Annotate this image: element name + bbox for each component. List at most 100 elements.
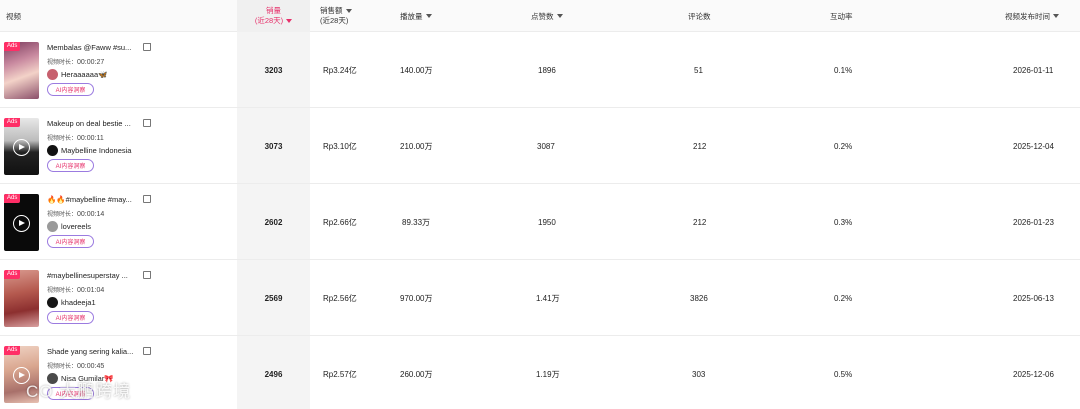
author-name: khadeeja1 bbox=[61, 298, 96, 307]
table-row[interactable]: Ads Shade yang sering kalia... 视频时长：00:0… bbox=[0, 336, 1080, 409]
author-name: Heraaaaaa🦋 bbox=[61, 70, 108, 79]
views-cell: 210.00万 bbox=[400, 141, 433, 151]
header-publish-time[interactable]: 视频发布时间 bbox=[1005, 0, 1059, 32]
ads-badge: Ads bbox=[4, 194, 21, 203]
publish-date-cell: 2025-12-04 bbox=[1013, 141, 1054, 151]
video-duration: 视频时长：00:00:11 bbox=[47, 135, 104, 142]
ads-badge: Ads bbox=[4, 270, 21, 279]
ads-badge: Ads bbox=[4, 346, 21, 355]
header-revenue-period: (近28天) bbox=[320, 16, 349, 25]
author[interactable]: lovereels bbox=[47, 221, 91, 232]
author[interactable]: Maybelline Indonesia bbox=[47, 145, 131, 156]
engagement-cell: 0.3% bbox=[834, 217, 853, 227]
sales-cell: 2496 bbox=[264, 369, 283, 379]
external-link-icon[interactable] bbox=[143, 43, 151, 51]
likes-cell: 1896 bbox=[538, 65, 556, 75]
external-link-icon[interactable] bbox=[143, 347, 151, 355]
likes-cell: 1.41万 bbox=[536, 293, 560, 303]
header-sales-label: 销量 bbox=[266, 6, 281, 15]
header-revenue-label: 销售额 bbox=[320, 6, 343, 15]
external-link-icon[interactable] bbox=[143, 195, 151, 203]
sales-cell: 3203 bbox=[264, 65, 283, 75]
author-name: Maybelline Indonesia bbox=[61, 146, 132, 155]
ads-badge: Ads bbox=[4, 118, 21, 127]
ai-insight-button[interactable]: AI内容洞察 bbox=[47, 235, 94, 248]
video-thumbnail[interactable]: Ads bbox=[4, 42, 39, 99]
external-link-icon[interactable] bbox=[143, 271, 151, 279]
video-duration: 视频时长：00:01:04 bbox=[47, 287, 105, 294]
likes-cell: 1950 bbox=[538, 217, 556, 227]
revenue-cell: Rp2.56亿 bbox=[323, 293, 357, 303]
author[interactable]: Heraaaaaa🦋 bbox=[47, 69, 107, 80]
header-comments[interactable]: 评论数 bbox=[688, 0, 711, 32]
avatar bbox=[47, 297, 58, 308]
sales-cell: 3073 bbox=[264, 141, 283, 151]
views-cell: 89.33万 bbox=[402, 217, 431, 227]
header-sales-period: (近28天) bbox=[254, 16, 284, 25]
engagement-cell: 0.1% bbox=[834, 65, 853, 75]
video-thumbnail[interactable]: Ads bbox=[4, 194, 39, 251]
header-engagement[interactable]: 互动率 bbox=[830, 0, 853, 32]
video-title[interactable]: Makeup on deal bestie ... bbox=[47, 119, 131, 128]
revenue-cell: Rp2.57亿 bbox=[323, 369, 357, 379]
video-duration: 视频时长：00:00:45 bbox=[47, 363, 105, 370]
publish-date-cell: 2025-06-13 bbox=[1013, 293, 1054, 303]
video-thumbnail[interactable]: Ads bbox=[4, 270, 39, 327]
header-sales[interactable]: 销量 (近28天) bbox=[237, 0, 310, 32]
watermark: CO 大鹏跨境 bbox=[26, 382, 132, 401]
comments-cell: 303 bbox=[692, 369, 706, 379]
table-header: 视频 销量 (近28天) 销售额 (近28天) 播放量 点赞数 评论数 互动率 … bbox=[0, 0, 1080, 32]
table-row[interactable]: Ads #maybellinesuperstay ... 视频时长：00:01:… bbox=[0, 260, 1080, 336]
video-duration: 视频时长：00:00:14 bbox=[47, 211, 105, 218]
video-duration: 视频时长：00:00:27 bbox=[47, 59, 105, 66]
engagement-cell: 0.2% bbox=[834, 141, 853, 151]
comments-cell: 212 bbox=[693, 217, 707, 227]
sort-desc-icon[interactable] bbox=[286, 19, 293, 23]
header-views[interactable]: 播放量 bbox=[400, 0, 432, 32]
ai-insight-button[interactable]: AI内容洞察 bbox=[47, 159, 94, 172]
ads-badge: Ads bbox=[4, 42, 21, 51]
likes-cell: 3087 bbox=[537, 141, 555, 151]
publish-date-cell: 2026-01-23 bbox=[1013, 217, 1054, 227]
engagement-cell: 0.5% bbox=[834, 369, 853, 379]
comments-cell: 51 bbox=[694, 65, 703, 75]
avatar bbox=[47, 69, 58, 80]
video-thumbnail[interactable]: Ads bbox=[4, 118, 39, 175]
publish-date-cell: 2025-12-06 bbox=[1013, 369, 1054, 379]
header-video: 视频 bbox=[6, 11, 21, 21]
author[interactable]: khadeeja1 bbox=[47, 297, 96, 308]
table-row[interactable]: Ads Membalas @Faww #su... 视频时长：00:00:27 … bbox=[0, 32, 1080, 108]
sales-cell: 2602 bbox=[264, 217, 283, 227]
views-cell: 970.00万 bbox=[400, 293, 433, 303]
header-revenue[interactable]: 销售额 (近28天) bbox=[320, 0, 352, 32]
revenue-cell: Rp3.10亿 bbox=[323, 141, 357, 151]
ai-insight-button[interactable]: AI内容洞察 bbox=[47, 311, 94, 324]
views-cell: 140.00万 bbox=[400, 65, 433, 75]
video-title[interactable]: #maybellinesuperstay ... bbox=[47, 271, 128, 280]
video-title[interactable]: Membalas @Faww #su... bbox=[47, 43, 131, 52]
play-icon[interactable] bbox=[13, 139, 30, 156]
play-icon[interactable] bbox=[13, 215, 30, 232]
sort-desc-icon[interactable] bbox=[556, 14, 563, 18]
ai-insight-button[interactable]: AI内容洞察 bbox=[47, 83, 94, 96]
sort-desc-icon[interactable] bbox=[1053, 14, 1059, 18]
author-name: lovereels bbox=[61, 222, 92, 231]
engagement-cell: 0.2% bbox=[834, 293, 853, 303]
table-row[interactable]: Ads Makeup on deal bestie ... 视频时长：00:00… bbox=[0, 108, 1080, 184]
likes-cell: 1.19万 bbox=[536, 369, 560, 379]
external-link-icon[interactable] bbox=[143, 119, 151, 127]
header-likes[interactable]: 点赞数 bbox=[531, 0, 563, 32]
revenue-cell: Rp3.24亿 bbox=[323, 65, 357, 75]
video-title[interactable]: Shade yang sering kalia... bbox=[47, 347, 133, 356]
sort-desc-icon[interactable] bbox=[345, 9, 352, 13]
views-cell: 260.00万 bbox=[400, 369, 433, 379]
avatar bbox=[47, 221, 58, 232]
video-title[interactable]: 🔥🔥#maybelline #may... bbox=[47, 195, 132, 204]
sort-desc-icon[interactable] bbox=[425, 14, 432, 18]
revenue-cell: Rp2.66亿 bbox=[323, 217, 357, 227]
table-row[interactable]: Ads 🔥🔥#maybelline #may... 视频时长：00:00:14 … bbox=[0, 184, 1080, 260]
sales-cell: 2569 bbox=[264, 293, 283, 303]
comments-cell: 212 bbox=[693, 141, 707, 151]
publish-date-cell: 2026-01-11 bbox=[1013, 65, 1054, 75]
comments-cell: 3826 bbox=[690, 293, 708, 303]
